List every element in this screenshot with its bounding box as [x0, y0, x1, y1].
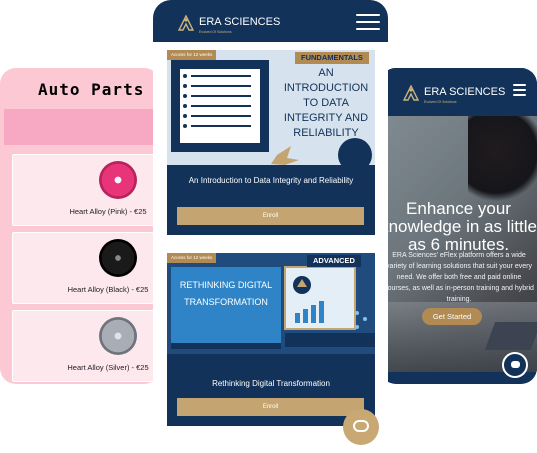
get-started-button[interactable]: Get Started	[422, 308, 482, 325]
auto-parts-phone: Auto Parts Heart Alloy (Pink) - €25 Hear…	[0, 68, 160, 384]
product-card-black[interactable]: Heart Alloy (Black) - €25	[12, 232, 160, 304]
silver-wheel-image	[99, 317, 137, 355]
product-label: Heart Alloy (Black) - €25	[67, 285, 149, 294]
course-image-title: AN INTRODUCTION TO DATA INTEGRITY AND RE…	[283, 67, 369, 139]
enroll-button[interactable]: Enroll	[177, 398, 364, 416]
course-card-advanced[interactable]: Access for 12 weeks ADVANCED RETHINKING …	[167, 253, 375, 426]
access-badge: Access for 12 weeks	[167, 50, 217, 60]
black-wheel-image	[99, 239, 137, 277]
course-image-title: RETHINKING DIGITAL TRANSFORMATION	[179, 280, 273, 307]
product-label: Heart Alloy (Silver) - €25	[67, 363, 149, 372]
product-card-pink[interactable]: Heart Alloy (Pink) - €25	[12, 154, 160, 226]
course-thumbnail: Access for 12 weeks FUNDAMENTALS AN INTR…	[167, 50, 375, 165]
access-badge: Access for 12 weeks	[167, 253, 217, 263]
courses-header: ERA SCIENCES Evolved Of Solutions	[153, 0, 388, 42]
era-logo-tagline: Evolved Of Solutions	[199, 30, 232, 34]
product-card-silver[interactable]: Heart Alloy (Silver) - €25	[12, 310, 160, 382]
auto-parts-title: Auto Parts	[38, 80, 145, 99]
course-card-fundamentals[interactable]: Access for 12 weeks FUNDAMENTALS AN INTR…	[167, 50, 375, 235]
product-label: Heart Alloy (Pink) - €25	[69, 207, 147, 216]
pink-wheel-image	[99, 161, 137, 199]
era-logo-icon	[402, 85, 420, 101]
era-logo-icon	[177, 15, 195, 31]
enroll-button[interactable]: Enroll	[177, 207, 364, 225]
hero-headline: Enhance your knowledge in as little as 6…	[380, 199, 537, 254]
hero-subtext: ERA Sciences' eFlex platform offers a wi…	[384, 252, 534, 303]
level-tag: ADVANCED	[307, 255, 361, 267]
era-hero-phone: ERA SCIENCES Evolved Of Solutions Enhanc…	[380, 68, 537, 384]
auto-parts-nav-bar[interactable]	[4, 109, 160, 145]
era-logo-tagline: Evolved Of Solutions	[424, 100, 457, 104]
course-thumbnail: Access for 12 weeks ADVANCED RETHINKING …	[167, 253, 375, 354]
era-logo[interactable]: ERA SCIENCES Evolved Of Solutions	[177, 12, 280, 34]
hamburger-menu-icon[interactable]	[513, 84, 526, 100]
level-tag: FUNDAMENTALS	[295, 52, 369, 64]
course-title: An Introduction to Data Integrity and Re…	[188, 176, 354, 185]
era-logo-name: ERA SCIENCES	[199, 16, 281, 28]
hamburger-menu-icon[interactable]	[356, 14, 380, 30]
hero-header: ERA SCIENCES Evolved Of Solutions	[380, 68, 537, 114]
chat-icon[interactable]	[502, 352, 528, 378]
era-courses-phone: ERA SCIENCES Evolved Of Solutions Access…	[153, 0, 388, 428]
course-title: Rethinking Digital Transformation	[212, 379, 330, 388]
chat-icon[interactable]	[343, 409, 379, 445]
era-logo[interactable]: ERA SCIENCES Evolved Of Solutions	[402, 82, 505, 104]
stage: Auto Parts Heart Alloy (Pink) - €25 Hear…	[0, 0, 537, 453]
era-logo-name: ERA SCIENCES	[424, 86, 506, 98]
